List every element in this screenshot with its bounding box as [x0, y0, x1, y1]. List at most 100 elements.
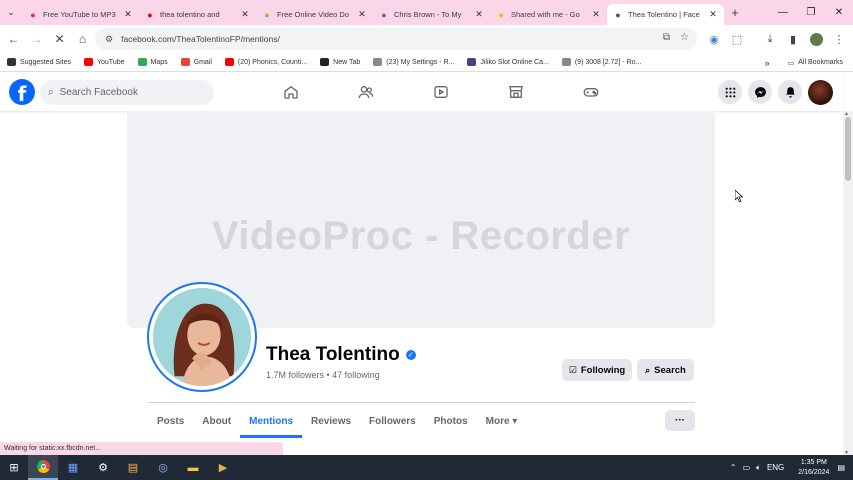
stop-loading-icon[interactable]: ✕: [48, 32, 71, 46]
profile-tab-reviews[interactable]: Reviews: [302, 404, 360, 438]
bookmark-item[interactable]: Suggested Sites: [7, 58, 71, 66]
bookmark-item[interactable]: New Tab: [320, 58, 360, 66]
scrollbar-thumb[interactable]: [845, 117, 851, 181]
clock[interactable]: 1:35 PM 2/16/2024: [798, 458, 829, 478]
chrome-taskbar-icon[interactable]: [28, 455, 58, 480]
profile-search-button[interactable]: ⌕ Search: [637, 359, 694, 381]
notifications-bell-icon[interactable]: [778, 80, 802, 104]
profile-tab-followers[interactable]: Followers: [360, 404, 425, 438]
bookmark-item[interactable]: YouTube: [83, 58, 125, 66]
bookmark-label: (23) My Settings - R...: [386, 58, 455, 66]
tab-title: Shared with me - Go: [511, 10, 580, 19]
network-icon[interactable]: ▭: [743, 463, 751, 472]
facebook-logo[interactable]: f: [9, 79, 35, 105]
forward-arrow-icon[interactable]: →: [25, 32, 48, 46]
header-actions: [718, 80, 833, 105]
bookmarks-right: » ▭ All Bookmarks: [765, 53, 843, 72]
minimize-icon[interactable]: —: [769, 0, 797, 25]
image-icon: ●: [381, 9, 387, 20]
volume-icon[interactable]: 🔈︎: [756, 463, 761, 473]
address-bar[interactable]: ⚙ facebook.com/TheaTolentinoFP/mentions/…: [95, 28, 697, 50]
browser-tab[interactable]: ● Free Online Video Do ✕: [256, 4, 373, 25]
all-bookmarks-link[interactable]: All Bookmarks: [798, 59, 843, 66]
close-tab-icon[interactable]: ✕: [123, 9, 133, 20]
windows-start-icon[interactable]: ⊞: [0, 455, 28, 480]
back-arrow-icon[interactable]: ←: [2, 32, 25, 46]
tab-title: Thea Tolentino | Face: [628, 10, 700, 19]
browser-tab[interactable]: ● thea tolentino and ✕: [139, 4, 256, 25]
profile-more-options-button[interactable]: ···: [665, 410, 695, 431]
tab-search-chevron-icon[interactable]: ⌄: [0, 0, 22, 25]
friends-nav-icon[interactable]: [328, 73, 403, 111]
media-app-icon[interactable]: ▤: [118, 455, 148, 480]
bookmark-item[interactable]: Maps: [137, 58, 168, 66]
gaming-nav-icon[interactable]: [553, 73, 628, 111]
browser-tab[interactable]: ● Thea Tolentino | Face ✕: [607, 4, 724, 25]
profile-tab-more[interactable]: More ▾: [477, 404, 527, 438]
messenger-icon[interactable]: [748, 80, 772, 104]
side-panel-icon[interactable]: ▮: [782, 28, 804, 50]
file-explorer-icon[interactable]: ▬: [178, 455, 208, 480]
tray-chevron-icon[interactable]: ⌃: [730, 463, 737, 472]
bookmark-star-icon[interactable]: ☆: [680, 32, 689, 43]
windows-taskbar: ⊞ ▦ ⚙ ▤ ◎ ▬ ▶ ⌃ ▭ 🔈︎ ENG 1:35 PM 2/16/20…: [0, 455, 853, 480]
bookmark-label: YouTube: [96, 58, 125, 66]
account-avatar[interactable]: [808, 80, 833, 105]
bookmark-item[interactable]: Jiliko Slot Online Ca...: [467, 58, 549, 66]
new-tab-button[interactable]: +: [724, 5, 746, 20]
language-icon[interactable]: ENG: [767, 463, 784, 472]
bookmark-label: New Tab: [333, 58, 361, 66]
restore-icon[interactable]: ❐: [797, 0, 825, 25]
profile-tab-photos[interactable]: Photos: [425, 404, 477, 438]
video-nav-icon[interactable]: [403, 73, 478, 111]
browser-globe-icon[interactable]: ◎: [148, 455, 178, 480]
marketplace-nav-icon[interactable]: [478, 73, 553, 111]
home-icon[interactable]: ⌂: [71, 32, 94, 46]
page-scrollbar[interactable]: ▲ ▼: [843, 111, 853, 456]
following-label: Following: [580, 364, 626, 376]
profile-avatar-icon[interactable]: [805, 28, 827, 50]
profile-tab-posts[interactable]: Posts: [148, 404, 193, 438]
mouse-cursor-icon: [735, 190, 743, 202]
search-icon: ⌕: [645, 364, 651, 375]
bookmark-item[interactable]: (9) 3008 [2.72] - Ro...: [561, 58, 641, 66]
browser-tab[interactable]: ● Chris Brown - To My ✕: [373, 4, 490, 25]
site-info-icon[interactable]: ⚙: [105, 34, 113, 45]
download-icon[interactable]: ⤓: [759, 28, 781, 50]
close-tab-icon[interactable]: ✕: [240, 9, 250, 20]
video-player-icon[interactable]: ▶: [208, 455, 238, 480]
app-taskbar-icon[interactable]: ▦: [58, 455, 88, 480]
profile-picture[interactable]: [149, 284, 255, 390]
following-button[interactable]: ☑ Following: [562, 359, 632, 381]
settings-gear-icon[interactable]: ⚙: [88, 455, 118, 480]
home-nav-icon[interactable]: [253, 73, 328, 111]
notification-center-icon[interactable]: ▤: [837, 463, 845, 472]
download-arrow-icon: ●: [264, 9, 270, 20]
profile-search-label: Search: [654, 364, 686, 376]
chevron-right-icon[interactable]: »: [765, 58, 770, 68]
open-in-app-icon[interactable]: ⧉: [663, 32, 670, 43]
browser-toolbar: ← → ✕ ⌂ ⚙ facebook.com/TheaTolentinoFP/m…: [0, 25, 853, 53]
menu-grid-icon[interactable]: [718, 80, 742, 104]
bookmark-item[interactable]: Gmail: [180, 58, 212, 66]
kebab-menu-icon[interactable]: ⋮: [828, 28, 850, 50]
close-tab-icon[interactable]: ✕: [591, 9, 601, 20]
bookmark-favicon-icon: [467, 58, 477, 66]
extensions-puzzle-icon[interactable]: ⬚: [726, 28, 748, 50]
profile-tab-about[interactable]: About: [193, 404, 240, 438]
profile-photo-illustration: [153, 288, 251, 386]
audio-extension-icon[interactable]: ◉: [703, 28, 725, 50]
browser-tab[interactable]: ● Free YouTube to MP3 ✕: [22, 4, 139, 25]
close-tab-icon[interactable]: ✕: [474, 9, 484, 20]
bookmark-item[interactable]: (20) Phonics, Counti...: [224, 58, 307, 66]
close-tab-icon[interactable]: ✕: [357, 9, 367, 20]
tab-title: Free YouTube to MP3: [43, 10, 116, 19]
followers-count[interactable]: 1.7M followers • 47 following: [266, 370, 380, 380]
window-controls: — ❐ ✕: [769, 0, 853, 25]
close-tab-icon[interactable]: ✕: [708, 9, 718, 20]
browser-tab[interactable]: ● Shared with me - Go ✕: [490, 4, 607, 25]
facebook-search-input[interactable]: ⌕ Search Facebook: [40, 80, 214, 105]
close-window-icon[interactable]: ✕: [825, 0, 853, 25]
profile-tab-mentions[interactable]: Mentions: [240, 404, 302, 438]
bookmark-item[interactable]: (23) My Settings - R...: [373, 58, 454, 66]
